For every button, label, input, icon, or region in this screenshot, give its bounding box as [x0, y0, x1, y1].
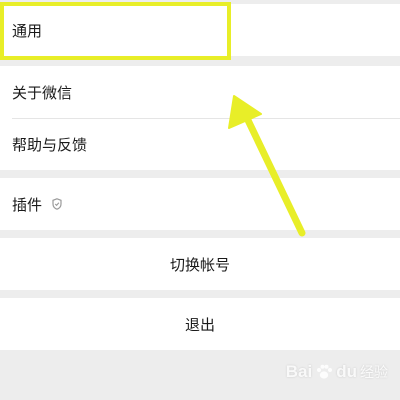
settings-group-logout: 退出: [0, 298, 400, 350]
plugins-label: 插件: [12, 195, 43, 214]
paw-icon: [317, 364, 333, 379]
watermark-brand: Bai: [285, 362, 313, 381]
switch-account-button[interactable]: 切换帐号: [0, 238, 400, 290]
shield-icon: [52, 198, 62, 210]
watermark-suffix: 经验: [360, 364, 388, 380]
help-feedback-label: 帮助与反馈: [12, 135, 88, 154]
watermark-brand-suffix: du: [336, 362, 357, 381]
logout-label: 退出: [184, 315, 215, 334]
settings-group-plugins: 插件: [0, 178, 400, 230]
logout-button[interactable]: 退出: [0, 298, 400, 350]
about-item[interactable]: 关于微信: [0, 66, 400, 118]
settings-group-about: 关于微信 帮助与反馈: [0, 66, 400, 170]
settings-group-switch: 切换帐号: [0, 238, 400, 290]
baidu-watermark: Bai du 经验: [286, 362, 388, 382]
general-item[interactable]: 通用: [0, 4, 400, 56]
help-feedback-item[interactable]: 帮助与反馈: [0, 118, 400, 170]
switch-account-label: 切换帐号: [169, 255, 230, 274]
about-label: 关于微信: [12, 83, 73, 102]
plugins-item[interactable]: 插件: [0, 178, 400, 230]
general-label: 通用: [12, 21, 43, 40]
settings-group-general: 通用: [0, 4, 400, 56]
